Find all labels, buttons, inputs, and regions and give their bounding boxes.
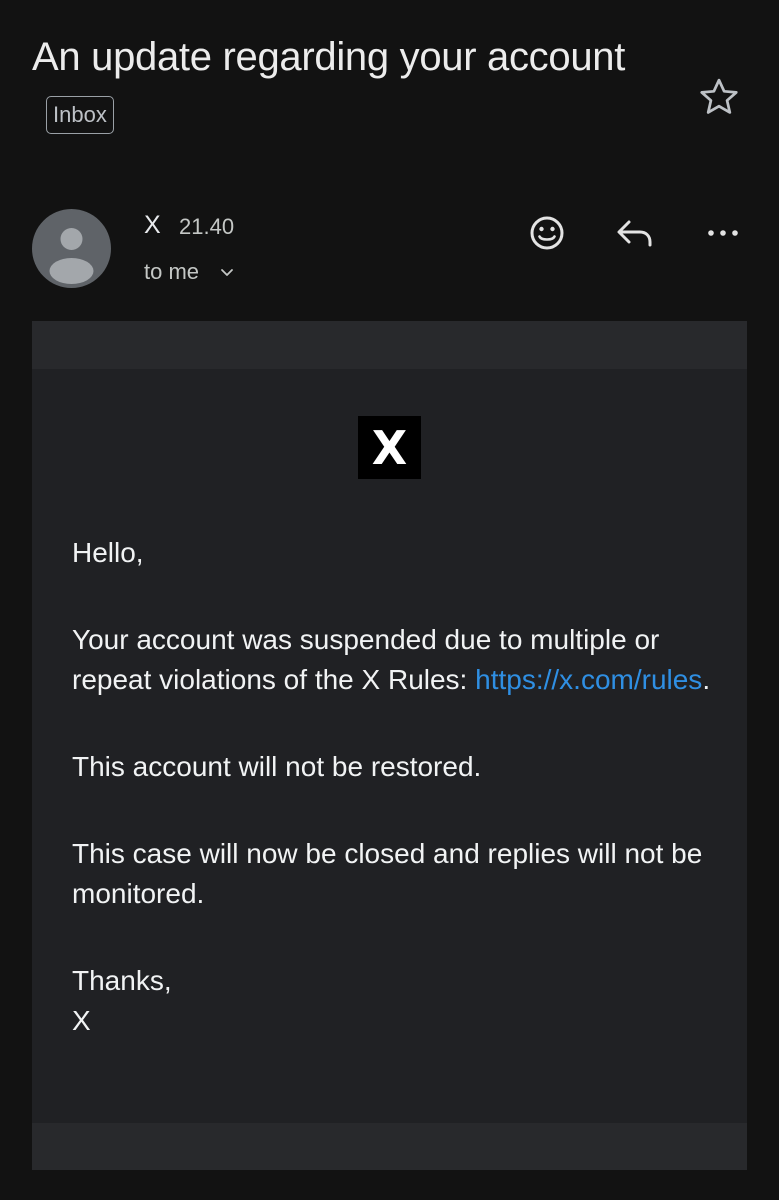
inbox-label-chip[interactable]: Inbox — [46, 96, 114, 135]
recipient-toggle[interactable]: to me — [144, 259, 235, 285]
email-view: An update regarding your account Inbox X … — [0, 0, 779, 1200]
x-logo: X — [358, 416, 421, 479]
reply-button[interactable] — [612, 212, 658, 254]
emoji-reaction-icon — [530, 216, 564, 250]
add-reaction-button[interactable] — [526, 212, 568, 254]
star-button[interactable] — [696, 74, 742, 120]
chevron-down-icon — [221, 269, 233, 276]
message-text: Hello, Your account was suspended due to… — [72, 533, 712, 1041]
not-restored-paragraph: This account will not be restored. — [72, 751, 482, 782]
more-options-button[interactable] — [700, 212, 746, 254]
suspension-paragraph: Your account was suspended due to multip… — [72, 620, 712, 700]
case-closed-paragraph: This case will now be closed and replies… — [72, 838, 703, 909]
email-time: 21.40 — [179, 214, 235, 239]
message-card: X Hello, Your account was suspended due … — [32, 321, 747, 1170]
x-logo-text: X — [371, 420, 408, 475]
subject-text: An update regarding your account — [32, 35, 626, 79]
more-horizontal-icon — [708, 230, 738, 236]
rules-link[interactable]: https://x.com/rules — [475, 664, 702, 695]
sender-avatar[interactable] — [32, 209, 111, 288]
signoff: Thanks, X — [72, 961, 712, 1041]
message-body: X Hello, Your account was suspended due … — [32, 369, 747, 1123]
email-subject: An update regarding your account Inbox — [32, 26, 652, 150]
reply-icon — [617, 220, 652, 247]
recipient-label: to me — [144, 259, 200, 284]
star-icon — [700, 78, 738, 114]
signoff-text: Thanks, — [72, 965, 172, 996]
suspension-end: . — [702, 664, 711, 695]
signature: X — [72, 1005, 91, 1036]
sender-name[interactable]: X — [144, 211, 161, 240]
greeting: Hello, — [72, 537, 144, 568]
person-icon — [49, 228, 94, 284]
